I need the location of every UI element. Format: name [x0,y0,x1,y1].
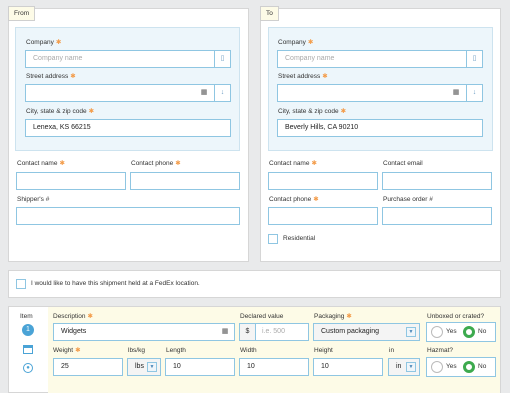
remove-icon[interactable]: ● [23,363,33,373]
to-company-input[interactable]: Company name ▯ [277,50,483,68]
chevron-down-icon[interactable]: ▼ [406,362,416,372]
chevron-down-icon[interactable]: ↓ [214,85,230,101]
from-shippers-label: Shipper's # [17,196,50,203]
from-company-label: Company ✱ [26,39,62,46]
from-city-label: City, state & zip code ✱ [26,108,95,115]
to-contact-phone-label: Contact phone ✱ [269,196,319,203]
unboxed-label: Unboxed or crated? [427,313,485,320]
units-label: lbs/kg [128,347,145,354]
keyboard-icon: ▦ [221,328,229,335]
description-input[interactable]: Widgets ▦ [53,323,235,341]
keyboard-icon: ▦ [200,89,208,96]
unboxed-yes-radio[interactable] [431,326,443,338]
height-label: Height [314,347,333,354]
from-street-label: Street address ✱ [26,73,76,80]
to-contact-phone-input[interactable] [268,207,378,225]
from-contact-name-input[interactable] [16,172,126,190]
unboxed-no-radio[interactable] [463,326,475,338]
from-contact-name-label: Contact name ✱ [17,160,65,167]
address-book-icon[interactable]: ▯ [214,51,230,67]
unboxed-yes-label: Yes [446,328,457,335]
unboxed-no-label: No [478,328,487,335]
packaging-label: Packaging ✱ [314,313,352,320]
from-tab: From [8,6,36,21]
hazmat-yes-radio[interactable] [431,361,443,373]
from-shippers-input[interactable] [16,207,240,225]
from-contact-phone-label: Contact phone ✱ [131,160,181,167]
dimension-units-select[interactable]: in ▼ [388,358,420,376]
to-purchase-order-label: Purchase order # [383,196,433,203]
hazmat-label: Hazmat? [427,347,454,354]
chevron-down-icon[interactable]: ↓ [466,85,482,101]
description-label: Description ✱ [53,313,93,320]
to-contact-name-input[interactable] [268,172,378,190]
residential-checkbox[interactable] [268,234,278,244]
declared-value-placeholder: i.e. 500 [262,328,285,335]
from-contact-phone-input[interactable] [130,172,240,190]
units-select[interactable]: lbs ▼ [127,358,161,376]
hazmat-yes-label: Yes [446,363,457,370]
width-label: Width [240,347,257,354]
declared-value-label: Declared value [240,313,284,320]
declared-value-input[interactable]: $ i.e. 500 [239,323,309,341]
dimension-units-label: in [389,347,395,354]
residential-label: Residential [283,235,316,242]
chevron-down-icon[interactable]: ▼ [406,327,416,337]
to-city-input[interactable]: Beverly Hills, CA 90210 [277,119,483,137]
to-street-input[interactable]: ▦ ↓ [277,84,483,102]
length-label: Length [166,347,186,354]
to-street-label: Street address ✱ [278,73,328,80]
to-contact-name-label: Contact name ✱ [269,160,317,167]
from-city-input[interactable]: Lenexa, KS 66215 [25,119,231,137]
hazmat-no-label: No [478,363,487,370]
weight-input[interactable]: 25 [53,358,123,376]
weight-label: Weight ✱ [53,347,81,354]
hazmat-no-radio[interactable] [463,361,475,373]
calendar-icon[interactable] [23,345,33,354]
to-purchase-order-input[interactable] [382,207,492,225]
address-book-icon[interactable]: ▯ [466,51,482,67]
to-city-label: City, state & zip code ✱ [278,108,347,115]
to-contact-email-label: Contact email [383,160,423,167]
hold-label: I would like to have this shipment held … [31,280,200,287]
keyboard-icon: ▦ [452,89,460,96]
height-input[interactable]: 10 [313,358,383,376]
from-company-input[interactable]: Company name ▯ [25,50,231,68]
width-input[interactable]: 10 [239,358,309,376]
from-street-input[interactable]: ▦ ↓ [25,84,231,102]
chevron-down-icon[interactable]: ▼ [147,362,157,372]
packaging-select[interactable]: Custom packaging ▼ [313,323,420,341]
item-number-badge[interactable]: 1 [22,324,34,336]
item-label: Item [20,313,33,320]
to-tab: To [260,6,279,21]
length-input[interactable]: 10 [165,358,235,376]
to-contact-email-input[interactable] [382,172,492,190]
to-company-label: Company ✱ [278,39,314,46]
hold-checkbox[interactable] [16,279,26,289]
currency-symbol: $ [240,324,256,340]
